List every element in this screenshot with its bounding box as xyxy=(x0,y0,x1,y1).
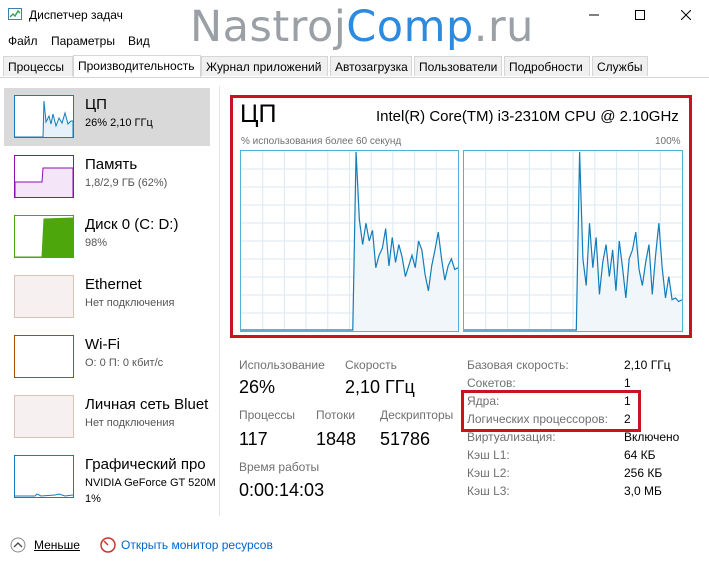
tab-details[interactable]: Подробности xyxy=(504,56,590,76)
fewer-details-button[interactable]: Меньше xyxy=(10,537,80,553)
close-button[interactable] xyxy=(663,0,709,30)
sidebar-item-bluetooth[interactable]: Личная сеть Bluet Нет подключения xyxy=(4,388,210,446)
detail-value: Включено xyxy=(624,430,680,444)
cpu-thumbnail xyxy=(14,95,74,138)
tab-users[interactable]: Пользователи xyxy=(414,56,502,76)
sidebar-item-label: Wi-Fi xyxy=(85,336,120,353)
cpu-core-graph-1 xyxy=(463,150,683,332)
menu-file[interactable]: Файл xyxy=(8,34,38,48)
sidebar-item-wifi[interactable]: Wi-Fi О: 0 П: 0 кбит/с xyxy=(4,328,210,386)
tab-performance[interactable]: Производительность xyxy=(73,55,201,77)
menu-options[interactable]: Параметры xyxy=(51,34,115,48)
maximize-icon xyxy=(635,10,645,20)
resource-monitor-label: Открыть монитор ресурсов xyxy=(121,538,273,552)
task-manager-icon xyxy=(8,8,22,20)
sidebar-item-memory[interactable]: Память 1,8/2,9 ГБ (62%) xyxy=(4,148,210,206)
sidebar-item-sub: Нет подключения xyxy=(85,417,175,429)
uptime-value: 0:00:14:03 xyxy=(239,480,325,500)
detail-value: 256 КБ xyxy=(624,466,663,480)
detail-value: 2,10 ГГц xyxy=(624,358,671,372)
sidebar-item-label: Память xyxy=(85,156,138,173)
detail-value: 64 КБ xyxy=(624,448,656,462)
menu-view[interactable]: Вид xyxy=(128,34,150,48)
title-bar: Диспетчер задач NastrojComp.ru xyxy=(0,0,709,52)
usage-label: Использование xyxy=(239,358,325,372)
bluetooth-thumbnail xyxy=(14,395,74,438)
handles-value: 51786 xyxy=(380,429,431,449)
tab-processes[interactable]: Процессы xyxy=(3,56,73,76)
tab-startup[interactable]: Автозагрузка xyxy=(330,56,412,76)
fewer-details-label: Меньше xyxy=(34,538,80,552)
memory-thumbnail-graph xyxy=(14,167,74,197)
cpu-model: Intel(R) Core(TM) i3-2310M CPU @ 2.10GHz xyxy=(376,108,679,125)
disk-thumbnail xyxy=(14,215,74,258)
sidebar-item-cpu[interactable]: ЦП 26% 2,10 ГГц xyxy=(4,88,210,146)
usage-value: 26% xyxy=(239,377,276,397)
footer: Меньше Открыть монитор ресурсов xyxy=(0,533,709,561)
sidebar-item-ethernet[interactable]: Ethernet Нет подключения xyxy=(4,268,210,326)
sidebar-item-sub: О: 0 П: 0 кбит/с xyxy=(85,357,164,369)
resource-monitor-link[interactable]: Открыть монитор ресурсов xyxy=(100,537,273,553)
core-graph-svg xyxy=(464,151,682,331)
detail-label: Кэш L3: xyxy=(467,484,510,498)
threads-value: 1848 xyxy=(316,429,357,449)
memory-thumbnail xyxy=(14,155,74,198)
sidebar-item-disk[interactable]: Диск 0 (C: D:) 98% xyxy=(4,208,210,266)
minimize-icon xyxy=(589,14,599,16)
detail-label: Сокетов: xyxy=(467,376,516,390)
tab-services[interactable]: Службы xyxy=(592,56,648,76)
core-graph-svg xyxy=(241,151,458,331)
graph-max-label: 100% xyxy=(655,136,681,147)
sidebar-item-sub: NVIDIA GeForce GT 520M xyxy=(85,477,216,489)
cpu-core-graph-0 xyxy=(240,150,459,332)
uptime-label: Время работы xyxy=(239,460,320,474)
sidebar-item-gpu[interactable]: Графический про NVIDIA GeForce GT 520M 1… xyxy=(4,448,216,514)
gpu-thumbnail xyxy=(14,455,74,498)
sidebar-item-label: Ethernet xyxy=(85,276,142,293)
processes-label: Процессы xyxy=(239,408,296,422)
cpu-thumbnail-graph xyxy=(15,100,74,138)
detail-value: 1 xyxy=(624,376,631,390)
sidebar-item-sub: 26% 2,10 ГГц xyxy=(85,117,153,129)
sidebar-item-sub: 98% xyxy=(85,237,108,249)
ethernet-thumbnail xyxy=(14,275,74,318)
sidebar-item-label: Графический про xyxy=(85,456,206,473)
detail-value: 3,0 МБ xyxy=(624,484,662,498)
detail-label: Виртуализация: xyxy=(467,430,556,444)
threads-label: Потоки xyxy=(316,408,356,422)
wifi-thumbnail xyxy=(14,335,74,378)
speed-value: 2,10 ГГц xyxy=(345,377,415,397)
maximize-button[interactable] xyxy=(617,0,663,30)
cpu-title: ЦП xyxy=(240,100,277,128)
tab-app-history[interactable]: Журнал приложений xyxy=(201,56,328,76)
handles-label: Дескрипторы xyxy=(380,408,454,422)
sidebar-item-sub2: 1% xyxy=(85,493,101,505)
sidebar-item-label: Личная сеть Bluet xyxy=(85,396,209,413)
sidebar-item-label: Диск 0 (C: D:) xyxy=(85,216,179,233)
highlight-cores-box xyxy=(461,390,641,432)
detail-label: Кэш L1: xyxy=(467,448,510,462)
resource-sidebar: ЦП 26% 2,10 ГГц Память 1,8/2,9 ГБ (62%) … xyxy=(0,86,216,516)
disk-thumbnail-graph xyxy=(15,217,74,258)
sidebar-item-label: ЦП xyxy=(85,96,107,113)
minimize-button[interactable] xyxy=(571,0,617,30)
close-icon xyxy=(681,10,691,20)
resource-monitor-icon xyxy=(100,537,116,553)
tab-strip: Процессы Производительность Журнал прило… xyxy=(0,55,709,78)
speed-label: Скорость xyxy=(345,358,397,372)
sidebar-item-sub: 1,8/2,9 ГБ (62%) xyxy=(85,177,168,189)
menu-bar: Файл Параметры Вид xyxy=(0,31,709,51)
sidebar-divider xyxy=(219,86,220,516)
sidebar-item-sub: Нет подключения xyxy=(85,297,175,309)
detail-label: Кэш L2: xyxy=(467,466,510,480)
gpu-thumbnail-graph xyxy=(15,493,74,497)
processes-value: 117 xyxy=(239,429,268,449)
detail-label: Базовая скорость: xyxy=(467,358,569,372)
chevron-up-icon xyxy=(10,537,26,553)
window-title: Диспетчер задач xyxy=(29,8,123,22)
graph-caption: % использования более 60 секунд xyxy=(241,136,402,147)
